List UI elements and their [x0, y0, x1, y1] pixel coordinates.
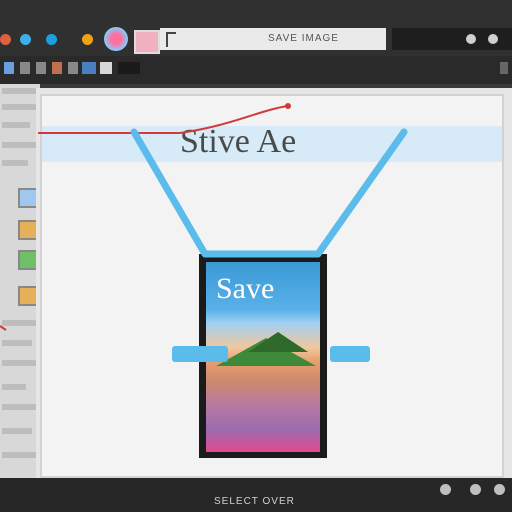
left-handle[interactable] [172, 346, 228, 362]
right-handle[interactable] [330, 346, 370, 362]
red-pointer-line [38, 105, 289, 134]
connector-lines [0, 103, 408, 362]
left-funnel-line [130, 128, 209, 258]
nav-icon[interactable] [494, 484, 505, 495]
right-funnel-line [314, 128, 408, 258]
red-edge-mark [0, 325, 7, 331]
red-pointer-dot [285, 103, 291, 109]
nav-icon[interactable] [440, 484, 451, 495]
nav-icon[interactable] [470, 484, 481, 495]
status-text: SELECT OVER [214, 496, 295, 507]
